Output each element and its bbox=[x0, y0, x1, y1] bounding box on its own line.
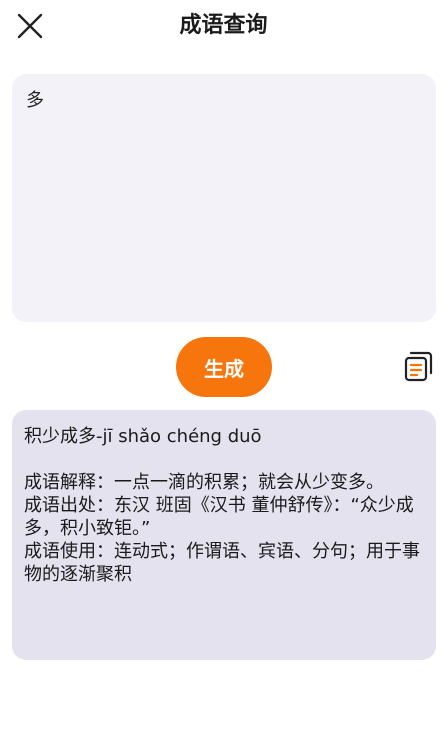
result-panel: 积少成多-jī shǎo chéng duō 成语解释：一点一滴的积累；就会从少… bbox=[12, 410, 436, 660]
generate-button[interactable]: 生成 bbox=[176, 337, 272, 397]
query-input-value: 多 bbox=[26, 90, 44, 111]
copy-button[interactable] bbox=[398, 346, 438, 386]
page-title: 成语查询 bbox=[179, 13, 268, 38]
idiom-usage: 成语使用：连动式；作谓语、宾语、分句；用于事物的逐渐聚积 bbox=[24, 541, 420, 585]
idiom-source: 成语出处：东汉 班固《汉书 董仲舒传》：“众少成多，积小致钜。” bbox=[24, 495, 414, 539]
idiom-explanation: 成语解释：一点一滴的积累；就会从少变多。 bbox=[24, 472, 384, 493]
copy-document-icon bbox=[404, 351, 433, 382]
query-input[interactable]: 多 bbox=[12, 74, 436, 322]
header-bar: 成语查询 bbox=[0, 0, 447, 52]
idiom-headline: 积少成多-jī shǎo chéng duō bbox=[24, 426, 262, 447]
